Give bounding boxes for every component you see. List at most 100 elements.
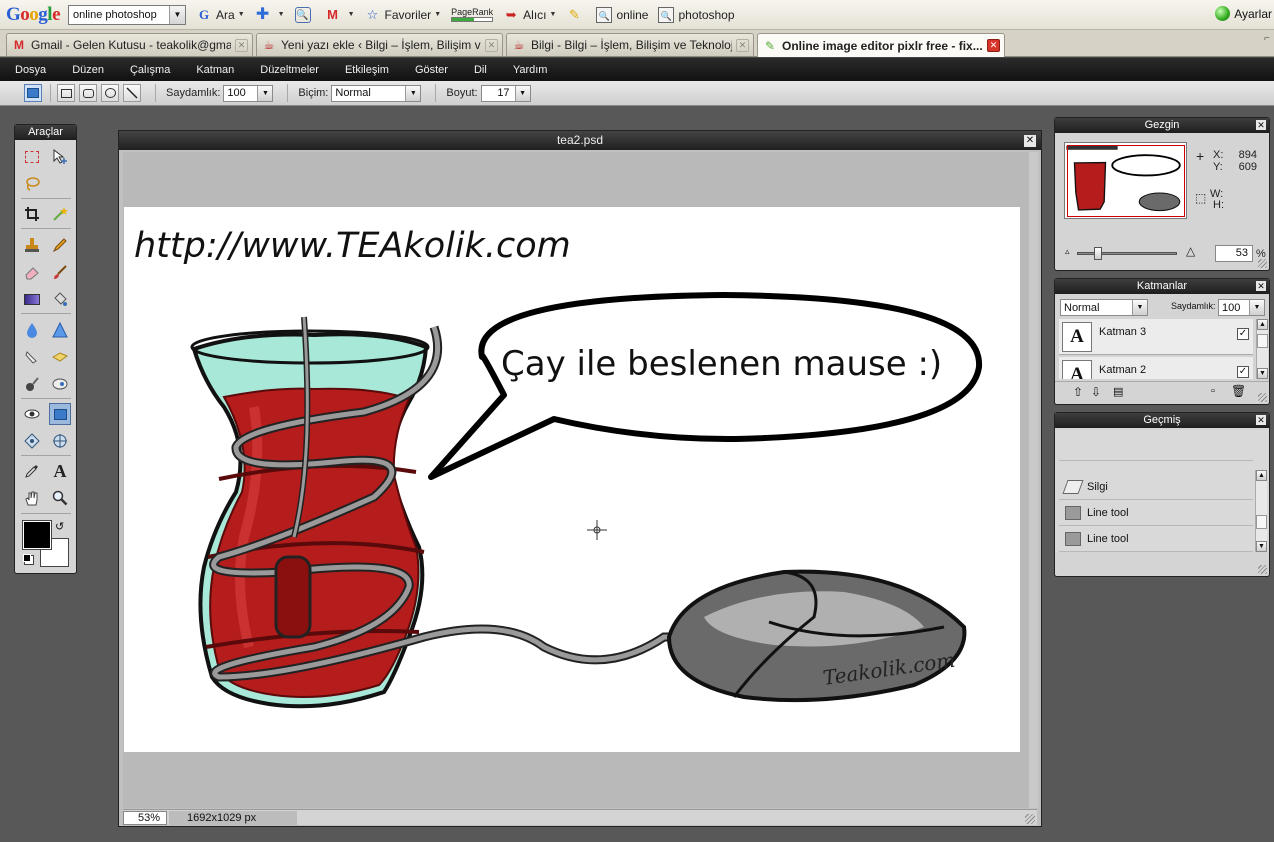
navigator-close-button[interactable]: ✕: [1256, 120, 1266, 130]
stamp-tool[interactable]: [21, 234, 43, 256]
foreground-color-swatch[interactable]: [22, 520, 52, 550]
tab-close-button[interactable]: ✕: [485, 38, 498, 52]
layer-mode-select[interactable]: Normal ▼: [1060, 299, 1148, 316]
tab-close-button[interactable]: ✕: [987, 39, 1000, 52]
scroll-up-icon[interactable]: ▲: [1257, 319, 1268, 330]
profile-search-button[interactable]: 🔍: [294, 6, 315, 23]
scroll-down-icon[interactable]: ▼: [1257, 368, 1268, 379]
search-dropdown-button[interactable]: ▼: [169, 5, 185, 24]
menu-workspace[interactable]: Çalışma: [115, 64, 181, 76]
history-scrollbar[interactable]: ▲ ▼: [1255, 470, 1267, 552]
menu-language[interactable]: Dil: [459, 64, 498, 76]
red-eye-tool[interactable]: [21, 403, 43, 425]
mode-select[interactable]: Normal ▼: [331, 84, 422, 102]
rect-shape-button[interactable]: [57, 84, 75, 102]
google-search-input[interactable]: online photoshop ▼: [68, 4, 186, 25]
eraser-tool[interactable]: [21, 261, 43, 283]
layer-up-icon[interactable]: ⇧: [1073, 385, 1083, 399]
history-title-bar[interactable]: Geçmiş ✕: [1055, 413, 1269, 428]
history-row[interactable]: Silgi: [1059, 475, 1253, 500]
sponge-tool[interactable]: [49, 346, 71, 368]
lasso-tool[interactable]: [21, 173, 43, 195]
layer-row[interactable]: A Katman 3 ✓: [1059, 319, 1253, 355]
document-close-button[interactable]: ✕: [1024, 135, 1036, 147]
scroll-thumb[interactable]: [1256, 515, 1267, 529]
layer-opacity-select[interactable]: 100 ▼: [1218, 299, 1265, 316]
size-select[interactable]: 17 ▼: [480, 84, 531, 102]
layers-scrollbar[interactable]: ▲ ▼: [1256, 319, 1268, 379]
tab-list-button[interactable]: ⌐: [1264, 33, 1274, 55]
resize-grip-icon[interactable]: [1258, 259, 1267, 268]
bloat-tool[interactable]: [49, 430, 71, 452]
history-close-button[interactable]: ✕: [1256, 415, 1266, 425]
document-title-bar[interactable]: tea2.psd ✕: [119, 131, 1041, 150]
layer-row[interactable]: A Katman 2 ✓: [1059, 357, 1253, 379]
search-term-online[interactable]: 🔍 online: [596, 6, 648, 23]
zoom-slider-handle[interactable]: [1094, 247, 1102, 260]
type-tool[interactable]: A: [49, 460, 71, 482]
menu-view[interactable]: Göster: [400, 64, 459, 76]
bookmarks-button[interactable]: ☆ Favoriler ▼: [365, 7, 441, 23]
default-colors-icon[interactable]: [23, 554, 31, 562]
scroll-down-icon[interactable]: ▼: [1256, 541, 1267, 552]
new-layer-icon[interactable]: ▫: [1211, 385, 1215, 397]
navigator-title-bar[interactable]: Gezgin ✕: [1055, 118, 1269, 133]
resize-grip-icon[interactable]: [1258, 393, 1267, 402]
menu-edit[interactable]: Düzen: [57, 64, 115, 76]
menu-layer[interactable]: Katman: [181, 64, 245, 76]
layer-visibility-checkbox[interactable]: ✓: [1237, 328, 1249, 340]
hand-tool[interactable]: [21, 487, 43, 509]
tab-pixlr[interactable]: ✎ Online image editor pixlr free - fix..…: [757, 33, 1005, 57]
resize-grip-icon[interactable]: [1258, 565, 1267, 574]
paint-bucket-tool[interactable]: [49, 288, 71, 310]
menu-adjustments[interactable]: Düzeltmeler: [245, 64, 330, 76]
history-row[interactable]: Line tool: [1059, 527, 1253, 552]
trash-icon[interactable]: 🗑: [1231, 384, 1246, 398]
search-button[interactable]: G Ara ▼: [196, 7, 245, 23]
ellipse-shape-button[interactable]: [101, 84, 119, 102]
zoom-out-icon[interactable]: ▵: [1065, 246, 1070, 257]
magic-wand-tool[interactable]: [49, 203, 71, 225]
zoom-tool[interactable]: [49, 487, 71, 509]
scroll-thumb[interactable]: [1257, 334, 1268, 348]
resize-grip-icon[interactable]: [1025, 814, 1035, 824]
settings-button[interactable]: Ayarlar: [1215, 6, 1272, 21]
canvas-area[interactable]: http://www.TEAkolik.com Çay ile beslenen…: [123, 152, 1038, 808]
zoom-in-icon[interactable]: △: [1186, 244, 1195, 258]
sharpen-tool[interactable]: [49, 319, 71, 341]
layers-title-bar[interactable]: Katmanlar ✕: [1055, 279, 1269, 294]
dodge-tool[interactable]: [49, 373, 71, 395]
tab-bilgi[interactable]: ☕ Bilgi - Bilgi – İşlem, Bilişim ve Tekn…: [506, 33, 754, 56]
highlight-button[interactable]: ✎: [566, 7, 586, 23]
color-picker-tool[interactable]: [21, 460, 43, 482]
image-canvas[interactable]: http://www.TEAkolik.com Çay ile beslenen…: [124, 207, 1020, 752]
gradient-tool[interactable]: [21, 288, 43, 310]
zoom-slider[interactable]: [1077, 247, 1177, 260]
canvas-vertical-scrollbar[interactable]: [1029, 152, 1038, 808]
search-term-photoshop[interactable]: 🔍 photoshop: [658, 6, 735, 23]
sendto-button[interactable]: ➥ Alıcı ▼: [503, 7, 557, 23]
spot-heal-tool[interactable]: [21, 430, 43, 452]
scroll-up-icon[interactable]: ▲: [1256, 470, 1267, 481]
plus-button[interactable]: ✚ ▼: [255, 6, 285, 23]
tab-close-button[interactable]: ✕: [235, 38, 248, 52]
burn-tool[interactable]: [21, 373, 43, 395]
pencil-tool[interactable]: [49, 234, 71, 256]
menu-interaction[interactable]: Etkileşim: [330, 64, 400, 76]
crop-tool[interactable]: [21, 203, 43, 225]
menu-help[interactable]: Yardım: [498, 64, 559, 76]
navigator-zoom-input[interactable]: 53: [1215, 245, 1253, 262]
zoom-field[interactable]: 53%: [123, 810, 167, 825]
swap-colors-icon[interactable]: ↺: [55, 520, 64, 533]
gmail-button[interactable]: M ▼: [325, 7, 354, 23]
blur-tool[interactable]: [21, 319, 43, 341]
tab-close-button[interactable]: ✕: [736, 38, 749, 52]
tab-new-post[interactable]: ☕ Yeni yazı ekle ‹ Bilgi – İşlem, Bilişi…: [256, 33, 503, 56]
smudge-tool[interactable]: [21, 346, 43, 368]
brush-tool[interactable]: [49, 261, 71, 283]
google-logo[interactable]: Google: [6, 4, 60, 26]
pagerank-button[interactable]: PageRank: [451, 7, 493, 22]
drawing-tool[interactable]: [49, 403, 71, 425]
fill-shape-button[interactable]: [24, 84, 42, 102]
layer-settings-icon[interactable]: ▤: [1113, 385, 1123, 398]
